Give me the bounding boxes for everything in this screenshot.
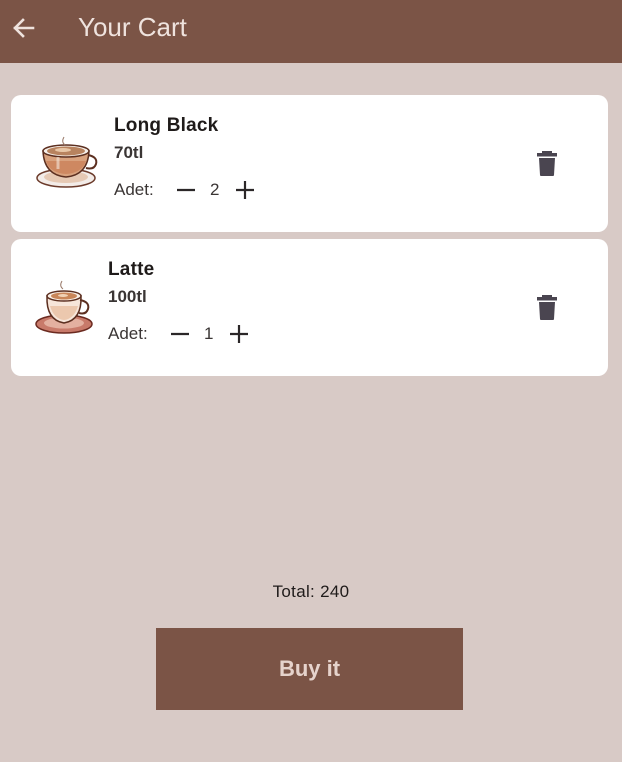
delete-item-button[interactable]: [535, 293, 559, 321]
quantity-value: 2: [210, 180, 220, 199]
cart-item: Long Black 70tl Adet: 2: [11, 95, 608, 232]
quantity-label: Adet:: [108, 324, 148, 343]
cart-total: Total: 240: [272, 582, 350, 601]
arrow-back-icon: [13, 18, 35, 38]
quantity-stepper: Adet: 2: [114, 178, 274, 202]
page-title: Your Cart: [78, 12, 187, 42]
increase-quantity-button[interactable]: [227, 322, 251, 346]
plus-icon: [230, 325, 248, 343]
decrease-quantity-button[interactable]: [174, 178, 198, 202]
buy-button[interactable]: Buy it: [156, 628, 463, 710]
quantity-value: 1: [204, 324, 214, 343]
minus-icon: [171, 332, 189, 336]
latte-cup-icon: [34, 276, 98, 340]
increase-quantity-button[interactable]: [233, 178, 257, 202]
item-name: Latte: [108, 259, 155, 280]
decrease-quantity-button[interactable]: [168, 322, 192, 346]
trash-icon: [537, 151, 557, 176]
trash-icon: [537, 295, 557, 320]
item-name: Long Black: [114, 115, 219, 136]
item-price: 70tl: [114, 143, 144, 162]
buy-button-label: Buy it: [278, 656, 341, 681]
delete-item-button[interactable]: [535, 149, 559, 177]
quantity-stepper: Adet: 1: [108, 322, 268, 346]
quantity-label: Adet:: [114, 180, 154, 199]
coffee-cup-icon: [36, 131, 100, 195]
item-info: Long Black 70tl Adet: 2: [114, 115, 274, 202]
plus-icon: [236, 181, 254, 199]
item-price: 100tl: [108, 287, 147, 306]
back-button[interactable]: [6, 10, 42, 46]
minus-icon: [177, 188, 195, 192]
item-info: Latte 100tl Adet: 1: [108, 259, 268, 346]
app-bar: Your Cart: [0, 0, 622, 63]
cart-item: Latte 100tl Adet: 1: [11, 239, 608, 376]
